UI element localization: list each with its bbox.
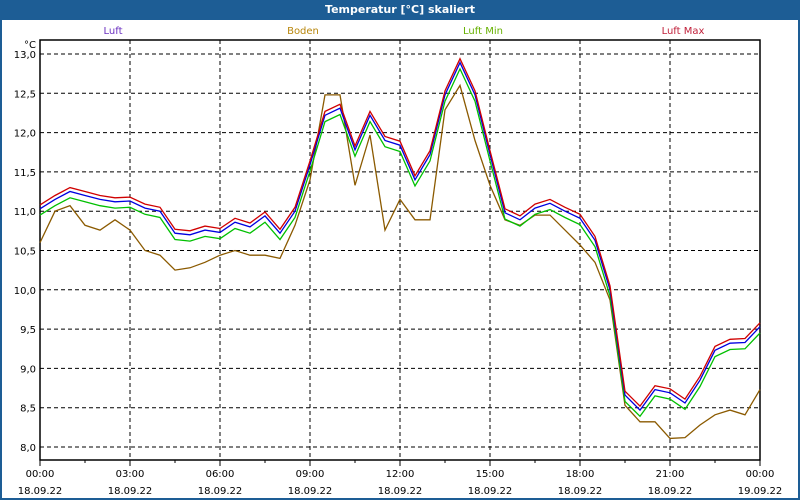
- y-tick-label: 9,0: [20, 364, 36, 375]
- y-tick-label: 12,5: [14, 89, 36, 100]
- x-tick-time: 21:00: [656, 469, 685, 480]
- x-tick-date: 18.09.22: [378, 486, 423, 497]
- x-tick-date: 18.09.22: [288, 486, 333, 497]
- legend-item-luft: Luft: [104, 26, 123, 37]
- x-tick-time: 03:00: [116, 469, 145, 480]
- legend-item-luft-min: Luft Min: [463, 26, 503, 37]
- x-tick-date: 18.09.22: [468, 486, 513, 497]
- y-tick-label: 9,5: [20, 325, 36, 336]
- x-tick-date: 18.09.22: [18, 486, 63, 497]
- temperature-chart: 8,0 8,5 9,0 9,5 10,0 10,5 11,0 11,5 12,0 12,5 13,0…: [14, 26, 783, 497]
- y-tick-label: 11,0: [14, 207, 36, 218]
- y-tick-label: 10,0: [14, 286, 36, 297]
- x-tick-date: 18.09.22: [108, 486, 153, 497]
- legend-item-luft-max: Luft Max: [662, 26, 705, 37]
- x-tick-time: 09:00: [296, 469, 325, 480]
- x-tick-date: 18.09.22: [558, 486, 603, 497]
- y-tick-label: 8,5: [20, 404, 36, 415]
- x-tick-time: 15:00: [476, 469, 505, 480]
- x-tick-time: 00:00: [26, 469, 55, 480]
- x-tick-time: 18:00: [566, 469, 595, 480]
- x-tick-date: 18.09.22: [198, 486, 243, 497]
- y-axis-unit: °C: [24, 40, 36, 51]
- x-tick-time: 06:00: [206, 469, 235, 480]
- x-tick-date: 19.09.22: [738, 486, 783, 497]
- y-tick-label: 11,5: [14, 168, 36, 179]
- y-tick-label: 10,5: [14, 247, 36, 258]
- y-tick-label: 12,0: [14, 129, 36, 140]
- x-tick-date: 18.09.22: [648, 486, 693, 497]
- legend-item-boden: Boden: [287, 26, 319, 37]
- x-tick-time: 00:00: [746, 469, 775, 480]
- x-tick-time: 12:00: [386, 469, 415, 480]
- y-tick-label: 8,0: [20, 443, 36, 454]
- y-tick-label: 13,0: [14, 50, 36, 61]
